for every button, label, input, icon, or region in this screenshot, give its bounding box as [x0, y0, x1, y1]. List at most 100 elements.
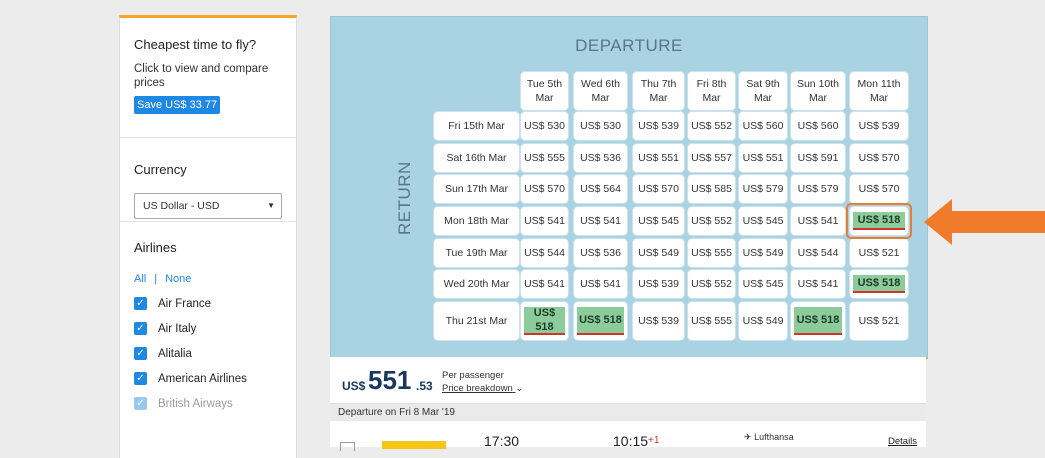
price-cell[interactable]: US$ 557: [688, 144, 735, 172]
price-cell[interactable]: US$ 555: [521, 144, 568, 172]
price-breakdown-link[interactable]: Price breakdown ⌄: [442, 383, 523, 394]
airline-label: Alitalia: [158, 347, 192, 360]
price-cell[interactable]: US$ 518: [521, 302, 568, 340]
per-passenger-label: Per passenger: [442, 370, 504, 381]
airline-filter-item[interactable]: ✓ American Airlines: [134, 372, 282, 385]
price-cell[interactable]: US$ 521: [850, 302, 908, 340]
price-cell[interactable]: US$ 570: [850, 144, 908, 172]
return-date-label: Fri 15th Mar: [434, 112, 519, 140]
currency-title: Currency: [134, 162, 187, 177]
price-cell[interactable]: US$ 545: [739, 270, 787, 298]
price-cell[interactable]: US$ 551: [739, 144, 787, 172]
departure-date-header: Sat 9th Mar: [739, 72, 787, 110]
price-cell[interactable]: US$ 585: [688, 175, 735, 203]
price-cell[interactable]: US$ 541: [791, 207, 845, 235]
price-cell[interactable]: US$ 560: [791, 112, 845, 140]
airline-label: Air France: [158, 297, 212, 310]
checkbox-checked-icon[interactable]: ✓: [134, 297, 147, 310]
return-date-label: Tue 19th Mar: [434, 239, 519, 267]
checkbox-checked-icon[interactable]: ✓: [134, 372, 147, 385]
currency-selected: US Dollar - USD: [143, 200, 220, 212]
price-cell[interactable]: US$ 555: [688, 302, 735, 340]
link-separator: |: [154, 273, 158, 285]
arrow-pointer-icon: [924, 199, 1045, 245]
price-cell[interactable]: US$ 539: [633, 270, 684, 298]
price-cell[interactable]: US$ 539: [850, 112, 908, 140]
select-all-link[interactable]: All: [134, 273, 146, 285]
return-date-label: Mon 18th Mar: [434, 207, 519, 235]
price-cell[interactable]: US$ 518: [574, 302, 627, 340]
save-button[interactable]: Save US$ 33.77: [134, 96, 221, 114]
return-date-label: Wed 20th Mar: [434, 270, 519, 298]
checkbox-checked-icon[interactable]: ✓: [134, 347, 147, 360]
cheapest-price: US$ 518: [577, 307, 624, 335]
price-cell[interactable]: US$ 552: [688, 207, 735, 235]
price-cell[interactable]: US$ 518: [850, 270, 908, 298]
price-cell[interactable]: US$ 536: [574, 239, 627, 267]
price-cell[interactable]: US$ 555: [688, 239, 735, 267]
price-cell[interactable]: US$ 551: [633, 144, 684, 172]
currency-section: Currency US Dollar - USD ▼: [120, 138, 296, 222]
price-cell[interactable]: US$ 591: [791, 144, 845, 172]
price-cell[interactable]: US$ 530: [521, 112, 568, 140]
price-cell[interactable]: US$ 545: [739, 207, 787, 235]
airline-label: British Airways: [158, 397, 233, 410]
checkbox-checked-icon[interactable]: ✓: [134, 397, 147, 410]
price-cell[interactable]: US$ 530: [574, 112, 627, 140]
price-cell[interactable]: US$ 579: [739, 175, 787, 203]
price-cell[interactable]: US$ 545: [633, 207, 684, 235]
departure-date-header: Wed 6th Mar: [574, 72, 627, 110]
price-cell[interactable]: US$ 539: [633, 302, 684, 340]
price-cell[interactable]: US$ 541: [521, 207, 568, 235]
price-cell[interactable]: US$ 539: [633, 112, 684, 140]
price-cell[interactable]: US$ 552: [688, 270, 735, 298]
price-cell[interactable]: US$ 560: [739, 112, 787, 140]
price-cell[interactable]: US$ 570: [850, 175, 908, 203]
flight-row[interactable]: 17:30 10:15 +1 ✈ Lufthansa Details: [330, 421, 926, 451]
details-link[interactable]: Details: [888, 436, 917, 447]
return-date-label: Sun 17th Mar: [434, 175, 519, 203]
price-cell[interactable]: US$ 564: [574, 175, 627, 203]
price-cell[interactable]: US$ 552: [688, 112, 735, 140]
cheapest-price: US$ 518: [524, 307, 565, 335]
departure-date-header: Fri 8th Mar: [688, 72, 735, 110]
airline-filter-item[interactable]: ✓ Air France: [134, 297, 282, 310]
price-cell[interactable]: US$ 549: [633, 239, 684, 267]
departure-title: DEPARTURE: [575, 36, 683, 55]
price-cell[interactable]: US$ 549: [739, 239, 787, 267]
price-cell[interactable]: US$ 541: [574, 207, 627, 235]
select-none-link[interactable]: None: [165, 273, 191, 285]
price-cell[interactable]: US$ 541: [791, 270, 845, 298]
return-date-label: Sat 16th Mar: [434, 144, 519, 172]
price-decimals: .53: [416, 379, 433, 393]
cheapest-section: Cheapest time to fly? Click to view and …: [120, 18, 296, 138]
flight-airline: ✈ Lufthansa: [744, 432, 794, 443]
chevron-down-icon: ▼: [267, 201, 275, 210]
airline-filter-item[interactable]: ✓ British Airways: [134, 397, 282, 410]
chevron-down-icon: ⌄: [515, 383, 524, 394]
price-cell[interactable]: US$ 570: [633, 175, 684, 203]
departure-date-header: Mon 11th Mar: [850, 72, 908, 110]
price-matrix: DEPARTURE RETURN Tue 5th Mar Wed 6th Mar T…: [330, 16, 928, 359]
currency-select[interactable]: US Dollar - USD ▼: [134, 193, 282, 219]
price-cell[interactable]: US$ 570: [521, 175, 568, 203]
airline-filter-item[interactable]: ✓ Air Italy: [134, 322, 282, 335]
price-cell[interactable]: US$ 536: [574, 144, 627, 172]
price-cell[interactable]: US$ 541: [521, 270, 568, 298]
price-whole: 551: [368, 365, 412, 395]
flight-airline-name: Lufthansa: [754, 432, 794, 442]
price-cell[interactable]: US$ 541: [574, 270, 627, 298]
cheapest-title: Cheapest time to fly?: [134, 37, 257, 52]
price-cell[interactable]: US$ 579: [791, 175, 845, 203]
checkbox-checked-icon[interactable]: ✓: [134, 322, 147, 335]
airlines-title: Airlines: [134, 240, 177, 255]
airline-label: Air Italy: [158, 322, 197, 335]
price-cell[interactable]: US$ 521: [850, 239, 908, 267]
price-cell[interactable]: US$ 549: [739, 302, 787, 340]
price-cell[interactable]: US$ 544: [521, 239, 568, 267]
price-cell[interactable]: US$ 544: [791, 239, 845, 267]
price-cell[interactable]: US$ 518: [791, 302, 845, 340]
cheapest-price: US$ 518: [794, 307, 842, 335]
airline-filter-item[interactable]: ✓ Alitalia: [134, 347, 282, 360]
airline-logo: [382, 441, 446, 449]
